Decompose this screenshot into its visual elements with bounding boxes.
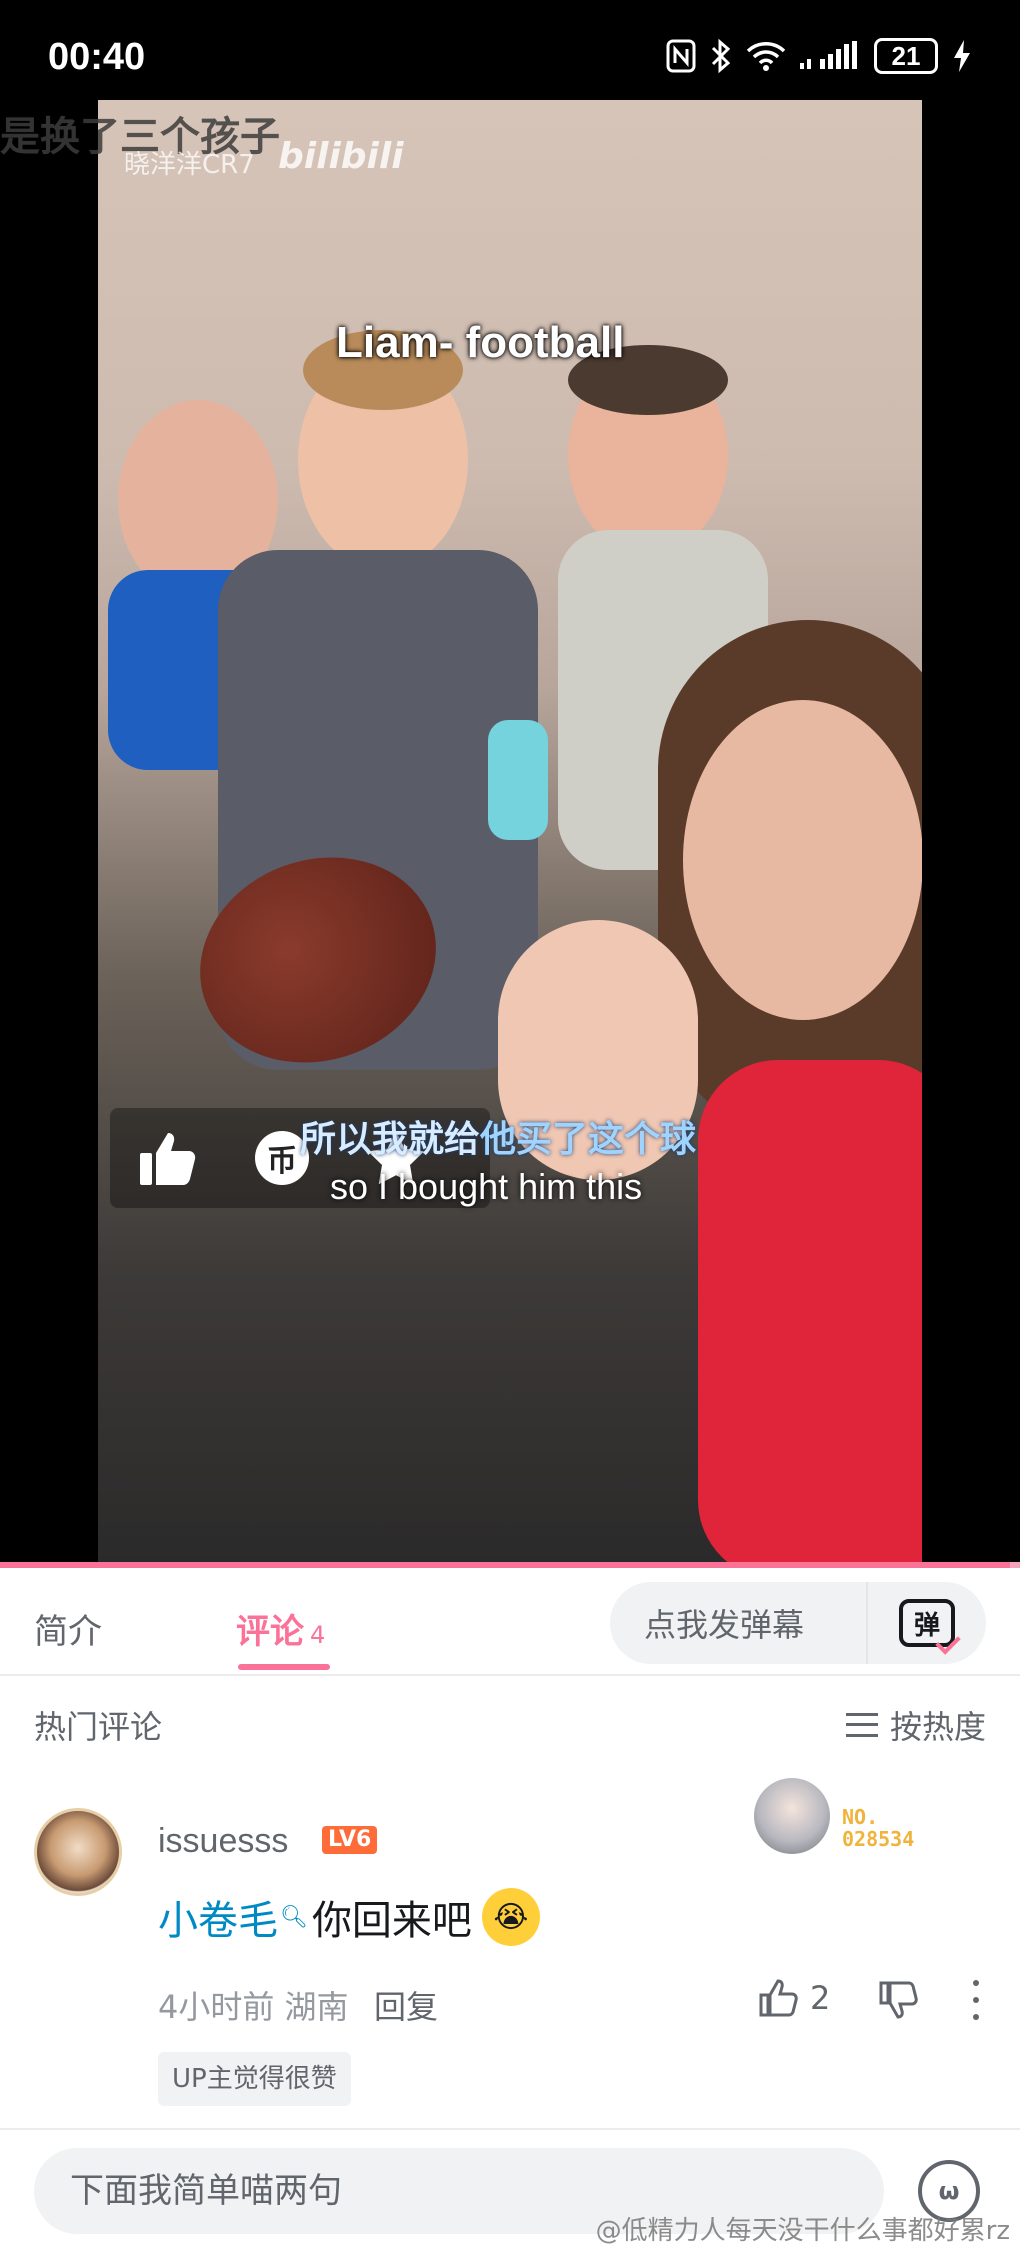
sort-icon	[845, 1713, 878, 1737]
toy-figure	[488, 720, 548, 840]
uploader-watermark: 晓洋洋CR7	[124, 150, 255, 180]
status-bar: 00:40 21	[0, 0, 1020, 110]
bilibili-logo-watermark: bilibili	[278, 136, 404, 177]
signal-icon	[800, 41, 857, 69]
sort-label: 按热度	[889, 1708, 986, 1746]
danmaku-placeholder[interactable]: 点我发弹幕	[644, 1600, 866, 1646]
comment-text-body: 你回来吧	[311, 1898, 472, 1944]
status-icons: 21	[666, 38, 972, 74]
woman-face	[683, 700, 922, 1020]
commenter-avatar[interactable]	[34, 1808, 122, 1896]
crying-emoji-icon: 😭	[481, 1888, 540, 1946]
status-time: 00:40	[48, 36, 146, 78]
video-caption: Liam- football	[336, 318, 625, 367]
comment-more-button[interactable]	[966, 1980, 986, 2020]
comment-text: 小卷毛 🔍︎ 你回来吧 😭	[158, 1888, 540, 1946]
subtitle-cn-part1: 所以我就给	[300, 1119, 481, 1160]
thumbs-up-icon	[140, 1133, 196, 1185]
content-tabs: 简介 评论 4 点我发弹幕 弹	[0, 1568, 1020, 1676]
more-dot-icon	[973, 1980, 979, 1986]
woman-top	[698, 1060, 922, 1562]
tab-intro[interactable]: 简介	[34, 1604, 102, 1653]
send-danmaku-bar[interactable]: 点我发弹幕 弹	[610, 1582, 986, 1664]
charging-icon	[954, 40, 970, 72]
nfc-icon	[666, 39, 696, 73]
battery-indicator: 21	[874, 38, 938, 74]
active-tab-indicator	[238, 1664, 330, 1670]
comment-like-button[interactable]: 2	[758, 1978, 830, 2018]
wifi-icon	[746, 42, 786, 71]
tab-comments-label: 评论	[236, 1612, 304, 1652]
video-player[interactable]: 是换了三个孩子 晓洋洋CR7 bilibili Liam- football 币…	[0, 100, 1020, 1568]
more-dot-icon	[973, 2014, 979, 2020]
danmaku-toggle-button[interactable]: 弹	[866, 1582, 986, 1664]
sort-button[interactable]: 按热度	[845, 1702, 986, 1748]
thumbs-up-outline-icon	[759, 1979, 798, 2017]
comment-input-bar: 下面我简单喵两句 ω @低精力人每天没干什么事都好累rz	[0, 2128, 1020, 2250]
more-dot-icon	[973, 1997, 979, 2003]
comment-like-count: 2	[810, 1979, 831, 2017]
hot-comments-title: 热门评论	[34, 1708, 163, 1746]
tab-comments[interactable]: 评论 4	[236, 1604, 325, 1653]
reply-button[interactable]: 回复	[374, 1982, 438, 2028]
thumbs-down-outline-icon	[879, 1981, 918, 2019]
comment-dislike-button[interactable]	[878, 1980, 918, 2024]
weibo-watermark: @低精力人每天没干什么事都好累rz	[595, 2216, 1010, 2246]
fan-badge-number: NO. 028534	[842, 1806, 914, 1850]
tab-comments-count: 4	[310, 1621, 326, 1649]
comment-time-location: 4小时前 湖南	[158, 1988, 349, 2026]
fan-badge-avatar	[754, 1778, 830, 1854]
danmaku-icon: 弹	[899, 1599, 955, 1647]
user-level-badge: LV6	[322, 1826, 378, 1854]
subtitle-english: so I bought him this	[330, 1166, 643, 1207]
bluetooth-icon	[711, 38, 731, 74]
up-liked-tag: UP主觉得很赞	[158, 2052, 351, 2106]
comment-mention-link[interactable]: 小卷毛	[158, 1888, 278, 1946]
subtitle-cn-part2: 他买了这个球	[480, 1119, 697, 1160]
like-video-button[interactable]	[136, 1126, 200, 1190]
fan-badge-no-label: NO.	[842, 1805, 879, 1829]
search-icon[interactable]: 🔍︎	[280, 1905, 308, 1930]
fan-badge-no-value: 028534	[842, 1827, 915, 1851]
comment-username[interactable]: issuesss	[158, 1822, 288, 1861]
subtitle-chinese: 所以我就给他买了这个球	[300, 1110, 696, 1162]
